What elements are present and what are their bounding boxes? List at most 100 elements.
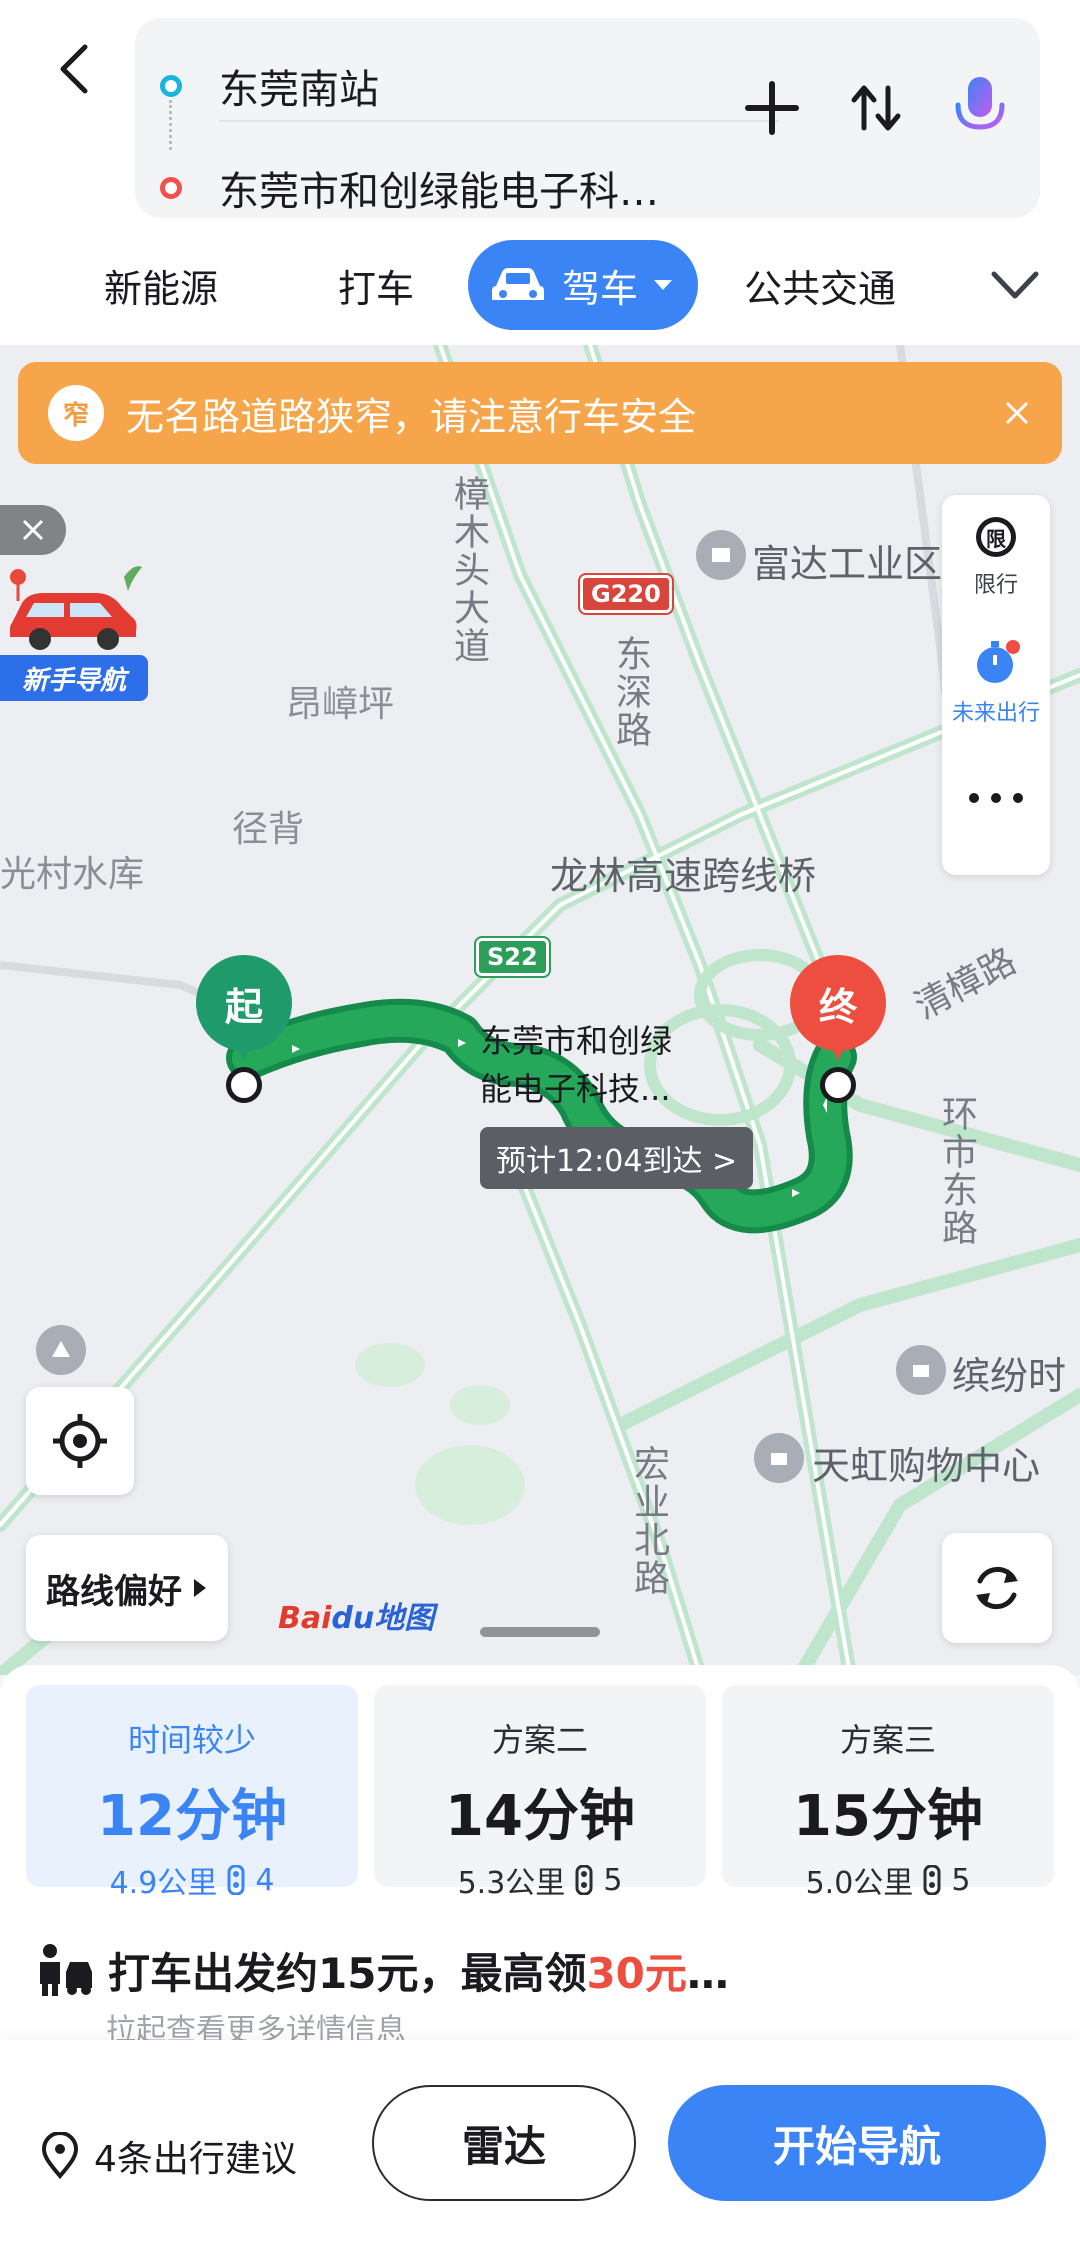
refresh-button[interactable] <box>942 1533 1052 1643</box>
plan-card-3[interactable]: 方案三 15分钟 5.0公里 5 <box>722 1685 1054 1901</box>
end-marker-badge: 终 <box>790 955 886 1051</box>
plan-meta: 5.0公里 5 <box>806 1858 971 1902</box>
add-stop-button[interactable] <box>732 68 812 148</box>
sheet-drag-handle[interactable] <box>480 1627 600 1637</box>
microphone-icon <box>955 77 1005 142</box>
plan-name: 时间较少 <box>127 1721 256 1759</box>
expand-modes-button[interactable] <box>980 250 1050 320</box>
place-label: 光村水库 <box>0 854 145 895</box>
destination-map-label-line2: 能电子科技... <box>480 1070 671 1108</box>
road-alert-banner[interactable]: 窄 无名路道路狭窄，请注意行车安全 <box>18 362 1062 464</box>
map-view[interactable]: 窄 无名路道路狭窄，请注意行车安全 富达工业区 昂嶂坪 径背 光村水库 龙林高速… <box>0 345 1080 1675</box>
end-marker[interactable]: 终 <box>790 955 886 1105</box>
baidu-logo-du: du地图 <box>331 1601 435 1636</box>
traffic-light-icon <box>575 1865 593 1895</box>
plan-distance: 4.9公里 <box>109 1866 218 1901</box>
route-preference-button[interactable]: 路线偏好 <box>26 1535 228 1641</box>
place-label: 富达工业区 <box>752 542 943 586</box>
place-label: 缤纷时 <box>952 1354 1067 1398</box>
restriction-button[interactable]: 限 限行 <box>942 513 1050 599</box>
poi-pin-icon <box>754 1433 804 1483</box>
route-input-box: 东莞南站 东莞市和创绿能电子科… <box>135 18 1040 218</box>
road-label: 环市东路 <box>936 1095 977 1247</box>
start-marker[interactable]: 起 <box>196 955 292 1105</box>
tab-drive[interactable]: 驾车 <box>468 240 699 330</box>
poi-pin-icon <box>696 530 746 580</box>
highway-shield: S22 <box>474 936 551 978</box>
road-label: 宏业北路 <box>628 1445 669 1597</box>
tab-drive-label: 驾车 <box>562 266 639 311</box>
plan-card-1[interactable]: 时间较少 12分钟 4.9公里 4 <box>26 1685 358 1901</box>
red-car-icon <box>10 566 142 650</box>
place-label: 天虹购物中心 <box>812 1444 1041 1488</box>
more-dots-icon <box>969 793 1023 803</box>
plan-name: 方案三 <box>839 1721 936 1759</box>
plan-time: 12分钟 <box>97 1784 287 1849</box>
plan-lights: 5 <box>603 1862 623 1898</box>
start-point-icon <box>226 1067 262 1103</box>
plan-distance: 5.0公里 <box>805 1866 914 1901</box>
baidu-map-logo: Baidu地图 <box>278 1593 434 1637</box>
back-button[interactable] <box>40 34 110 104</box>
crosshair-icon <box>53 1414 107 1468</box>
novice-close-button[interactable] <box>0 505 66 555</box>
transport-mode-tabs: 新能源 打车 驾车 公共交通 <box>0 240 1080 330</box>
map-side-panel: 限 限行 未来出行 <box>942 495 1050 875</box>
route-connector <box>169 100 173 150</box>
chevron-down-icon <box>991 271 1039 299</box>
tab-new-energy[interactable]: 新能源 <box>104 240 218 330</box>
tab-public-transit[interactable]: 公共交通 <box>744 240 896 330</box>
car-icon <box>492 268 544 300</box>
taxi-promo-suffix: … <box>686 1948 729 1998</box>
destination-map-label-line1: 东莞市和创绿 <box>480 1022 673 1060</box>
refresh-icon <box>976 1566 1018 1610</box>
caret-down-icon <box>654 280 673 290</box>
travel-suggestions-label: 4条出行建议 <box>94 2139 297 2180</box>
close-icon <box>1005 401 1029 425</box>
destination-text: 东莞市和创绿能电子科… <box>219 169 659 215</box>
plan-card-2[interactable]: 方案二 14分钟 5.3公里 5 <box>374 1685 706 1901</box>
novice-guide-label: 新手导航 <box>0 655 148 701</box>
plan-meta: 5.3公里 5 <box>458 1858 623 1902</box>
place-label: 径背 <box>232 809 305 850</box>
taxi-person-icon <box>40 1944 92 1996</box>
origin-text: 东莞南站 <box>219 67 379 113</box>
swap-icon <box>851 85 901 131</box>
plan-lights: 4 <box>255 1862 275 1898</box>
highway-shield: G220 <box>578 573 674 615</box>
future-travel-button[interactable]: 未来出行 <box>942 635 1050 727</box>
swap-button[interactable] <box>836 68 916 148</box>
location-pin-icon <box>41 2132 79 2180</box>
route-options-sheet: 时间较少 12分钟 4.9公里 4 方案二 14分钟 5.3公里 5 方案三 1… <box>0 1665 1080 2261</box>
baidu-logo-bai: Bai <box>278 1601 332 1636</box>
end-marker-tail <box>828 1039 848 1061</box>
tab-taxi[interactable]: 打车 <box>338 240 414 330</box>
plan-distance: 5.3公里 <box>457 1866 566 1901</box>
narrow-road-icon: 窄 <box>48 385 104 441</box>
more-button[interactable] <box>942 791 1050 805</box>
novice-guide-badge[interactable]: 新手导航 <box>0 505 150 705</box>
travel-suggestions-button[interactable]: 4条出行建议 <box>40 2130 297 2182</box>
alert-close-button[interactable] <box>992 388 1042 438</box>
locate-button[interactable] <box>26 1387 134 1495</box>
start-navigation-button[interactable]: 开始导航 <box>668 2085 1046 2201</box>
radar-button[interactable]: 雷达 <box>372 2085 636 2201</box>
caret-right-icon <box>194 1579 206 1597</box>
origin-dot-icon <box>160 75 182 97</box>
eta-tag[interactable]: 预计12:04到达 > <box>480 1127 754 1189</box>
alert-text: 无名路道路狭窄，请注意行车安全 <box>126 394 697 439</box>
voice-button[interactable] <box>940 68 1020 148</box>
place-label: 昂嶂坪 <box>286 684 395 725</box>
stopwatch-icon <box>977 640 1020 683</box>
plan-meta: 4.9公里 4 <box>110 1858 275 1902</box>
divider <box>219 120 779 122</box>
plus-icon <box>745 81 799 135</box>
plan-lights: 5 <box>951 1862 971 1898</box>
origin-row[interactable]: 东莞南站 <box>135 46 735 126</box>
road-label: 樟木头大道 <box>448 475 489 665</box>
close-icon <box>22 519 44 541</box>
taxi-promo[interactable]: 打车出发约15元，最高领30元… <box>36 1935 1046 2005</box>
plan-time: 14分钟 <box>445 1784 635 1849</box>
destination-row[interactable]: 东莞市和创绿能电子科… <box>135 148 735 228</box>
road-label: 东深路 <box>610 635 651 749</box>
